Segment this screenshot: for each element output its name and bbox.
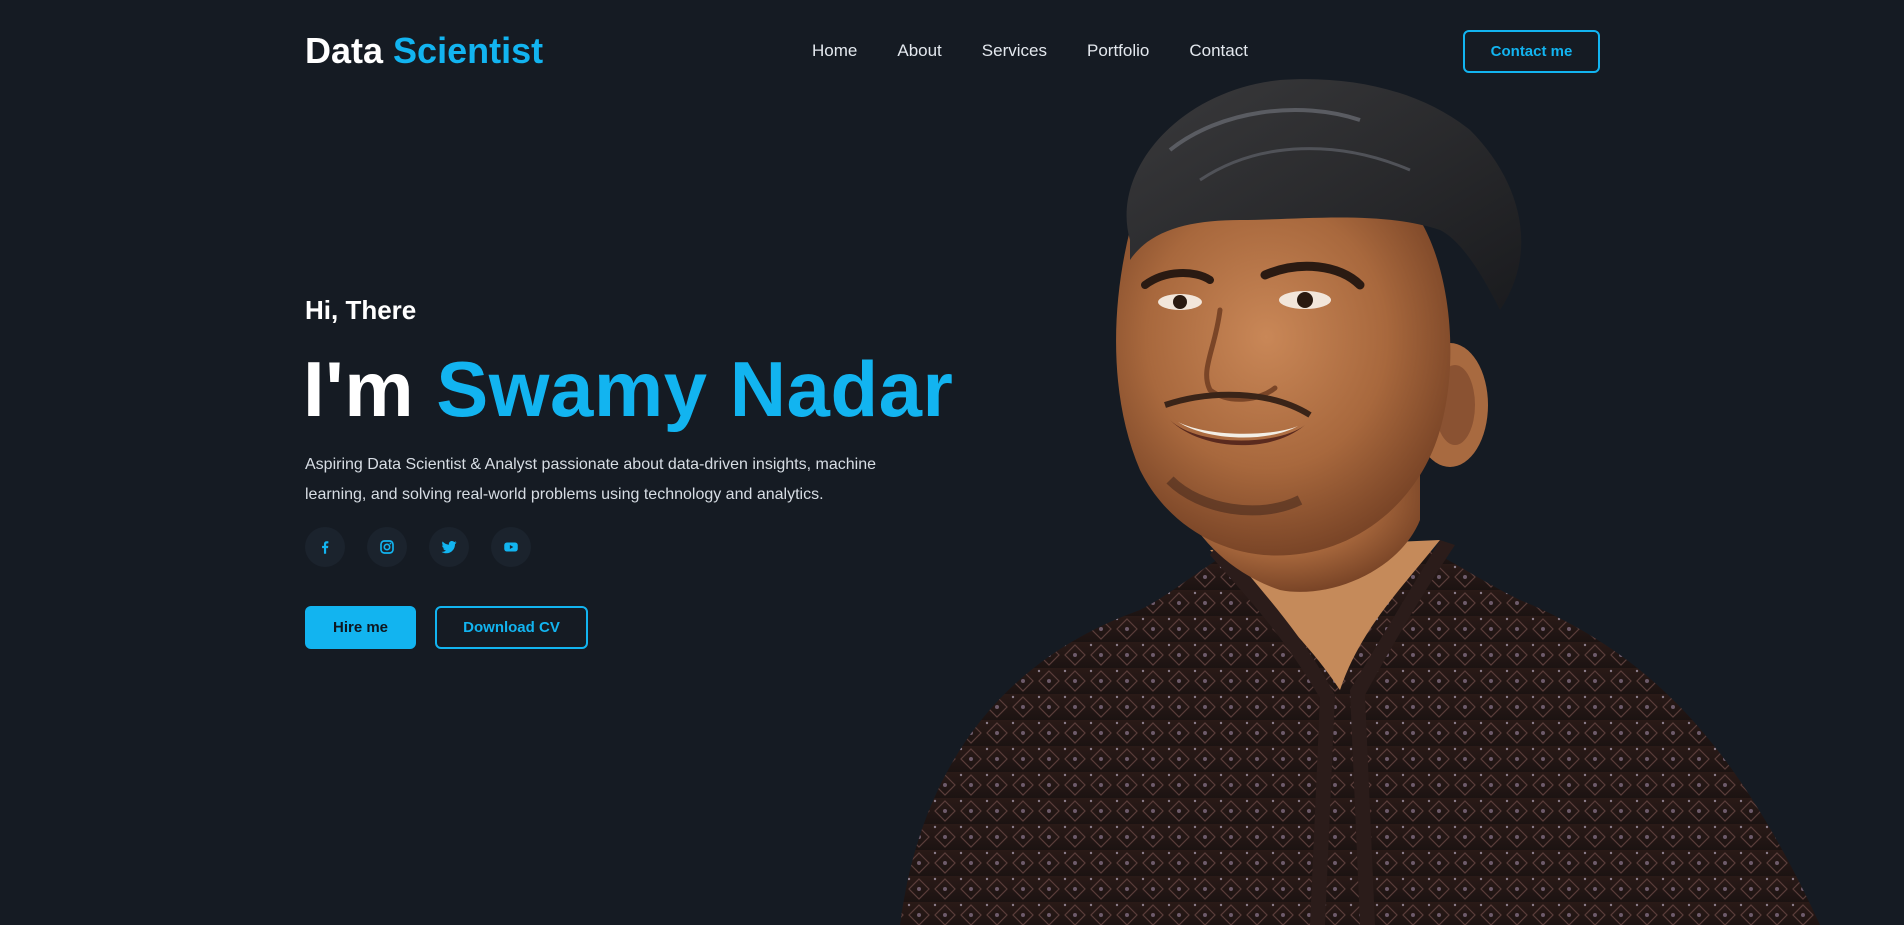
- hero-name: Swamy Nadar: [436, 345, 954, 433]
- nav-portfolio[interactable]: Portfolio: [1087, 40, 1149, 62]
- hero-greeting: Hi, There: [305, 295, 417, 325]
- contact-me-button[interactable]: Contact me: [1463, 30, 1600, 73]
- hero-title: I'm Swamy Nadar: [303, 344, 953, 434]
- youtube-link[interactable]: [491, 527, 531, 567]
- hero-description: Aspiring Data Scientist & Analyst passio…: [305, 456, 876, 503]
- facebook-icon: [322, 541, 329, 554]
- youtube-icon: [504, 542, 518, 552]
- profile-photo: [900, 79, 1820, 925]
- download-cv-button[interactable]: Download CV: [435, 606, 588, 649]
- hero-title-prefix: I'm: [303, 345, 415, 433]
- instagram-icon: [380, 540, 394, 554]
- instagram-link[interactable]: [367, 527, 407, 567]
- facebook-link[interactable]: [305, 527, 345, 567]
- twitter-icon: [441, 541, 457, 554]
- hire-me-button[interactable]: Hire me: [305, 606, 416, 649]
- nav-services[interactable]: Services: [982, 40, 1047, 62]
- logo[interactable]: Data Scientist: [305, 30, 543, 72]
- twitter-link[interactable]: [429, 527, 469, 567]
- page: Data Scientist Home About Services Portf…: [0, 0, 1904, 925]
- nav-home[interactable]: Home: [812, 40, 857, 62]
- logo-text-primary: Data: [305, 30, 384, 71]
- nav-about[interactable]: About: [897, 40, 941, 62]
- logo-text-accent: Scientist: [393, 30, 544, 71]
- social-links: [305, 527, 531, 567]
- nav-contact[interactable]: Contact: [1189, 40, 1248, 62]
- main-nav: Home About Services Portfolio Contact: [812, 40, 1248, 62]
